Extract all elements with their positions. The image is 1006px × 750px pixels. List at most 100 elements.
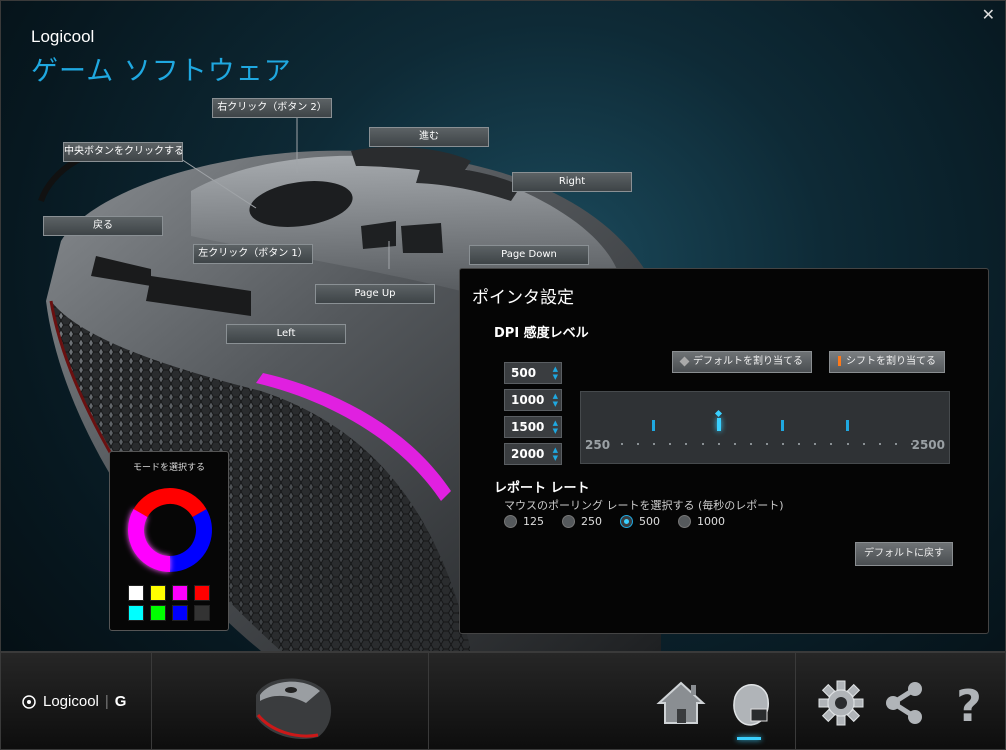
color-swatch[interactable]	[128, 585, 144, 601]
callout-middle-click[interactable]: 中央ボタンをクリックする (7	[63, 142, 183, 162]
bottom-bar: Logicool | G ?	[1, 651, 1005, 749]
color-swatch[interactable]	[172, 585, 188, 601]
mode-color-ring[interactable]	[122, 482, 218, 578]
callout-left-click[interactable]: 左クリック（ボタン 1）	[193, 244, 313, 264]
diamond-icon	[679, 356, 690, 366]
slider-min-label: 250	[585, 438, 611, 452]
slider-step-dot	[669, 443, 672, 445]
dpi-level-value: 1000	[511, 393, 545, 407]
assign-default-button[interactable]: デフォルトを割り当てる	[672, 351, 812, 373]
callout-right[interactable]: Right	[512, 172, 632, 192]
logo-text: Logicool	[43, 693, 99, 710]
report-rate-option[interactable]: 500	[620, 515, 660, 528]
report-rate-option[interactable]: 250	[562, 515, 602, 528]
report-rate-option[interactable]: 125	[504, 515, 544, 528]
dpi-level-value: 1500	[511, 420, 545, 434]
device-thumbnail[interactable]	[246, 665, 338, 743]
logo-g: G	[114, 693, 127, 710]
divider	[151, 653, 152, 749]
slider-step-dot	[798, 443, 801, 445]
dpi-level-1[interactable]: 500 ▲ ▼	[504, 362, 562, 384]
color-swatch[interactable]	[128, 605, 144, 621]
report-rate-title: レポート レート	[494, 481, 590, 496]
report-rate-option[interactable]: 1000	[678, 515, 725, 528]
slider-step-dot	[814, 443, 817, 445]
slider-max-label: 2500	[911, 438, 945, 452]
slider-level-tick[interactable]	[781, 420, 785, 431]
slider-step-dot	[846, 443, 849, 445]
panel-title: ポインタ設定	[472, 288, 574, 308]
pointer-settings-panel: ポインタ設定 DPI 感度レベル デフォルトを割り当てる シフトを割り当てる 5…	[459, 268, 989, 634]
slider-step-dot	[782, 443, 785, 445]
radio-button[interactable]	[504, 515, 517, 528]
spinner-icon[interactable]: ▲ ▼	[553, 365, 558, 381]
assign-default-label: デフォルトを割り当てる	[693, 356, 803, 367]
product-title: ゲーム ソフトウェア	[31, 56, 292, 87]
mouse-settings-icon[interactable]	[721, 675, 777, 731]
slider-step-dot	[621, 443, 623, 445]
report-rate-options: 125 250 500 1000	[504, 515, 725, 528]
callout-forward[interactable]: 進む	[369, 127, 489, 147]
dpi-level-4[interactable]: 2000 ▲ ▼	[504, 443, 562, 465]
radio-button[interactable]	[620, 515, 633, 528]
spinner-icon[interactable]: ▲ ▼	[553, 392, 558, 408]
radio-button[interactable]	[678, 515, 691, 528]
share-icon[interactable]	[877, 675, 933, 731]
callout-page-up[interactable]: Page Up	[315, 284, 435, 304]
spinner-icon[interactable]: ▲ ▼	[553, 419, 558, 435]
dpi-level-2[interactable]: 1000 ▲ ▼	[504, 389, 562, 411]
callout-page-down[interactable]: Page Down	[469, 245, 589, 265]
color-swatch[interactable]	[150, 605, 166, 621]
slider-step-dot	[701, 443, 704, 445]
radio-button[interactable]	[562, 515, 575, 528]
company-name: Logicool	[31, 27, 95, 46]
slider-step-dot	[830, 443, 833, 445]
color-swatch[interactable]	[194, 605, 210, 621]
divider	[428, 653, 429, 749]
dpi-level-value: 2000	[511, 447, 545, 461]
slider-level-tick[interactable]	[845, 420, 849, 431]
radio-label: 500	[639, 515, 660, 528]
slider-step-dot	[653, 443, 656, 445]
slider-step-dot	[685, 443, 688, 445]
dpi-slider[interactable]: 250 2500	[580, 391, 950, 464]
brand-header: Logicool ゲーム ソフトウェア	[31, 27, 292, 88]
slider-step-dot	[911, 443, 913, 445]
slider-step-dot	[862, 443, 865, 445]
assign-shift-label: シフトを割り当てる	[846, 356, 936, 367]
shift-marker-icon	[838, 356, 841, 366]
home-icon[interactable]	[653, 675, 709, 731]
divider	[795, 653, 796, 749]
active-tab-indicator	[737, 737, 761, 740]
logicool-logo: Logicool | G	[21, 693, 126, 710]
mode-selector-title: モードを選択する	[132, 463, 205, 473]
radio-label: 250	[581, 515, 602, 528]
settings-gear-icon[interactable]	[813, 675, 869, 731]
mode-swatches	[128, 585, 210, 621]
close-button[interactable]: ✕	[982, 5, 995, 24]
slider-step-dot	[878, 443, 881, 445]
slider-step-dot	[637, 443, 640, 445]
callout-back[interactable]: 戻る	[43, 216, 163, 236]
slider-step-dot	[733, 443, 736, 445]
report-rate-subtitle: マウスのポーリング レートを選択する (毎秒のレポート)	[504, 499, 784, 512]
color-swatch[interactable]	[194, 585, 210, 601]
callout-right-click[interactable]: 右クリック（ボタン 2）	[212, 98, 332, 118]
help-icon[interactable]: ?	[941, 675, 997, 731]
radio-label: 125	[523, 515, 544, 528]
dpi-level-3[interactable]: 1500 ▲ ▼	[504, 416, 562, 438]
color-swatch[interactable]	[150, 585, 166, 601]
slider-selected-tick[interactable]	[716, 418, 721, 431]
callout-left[interactable]: Left	[226, 324, 346, 344]
reset-default-button[interactable]: デフォルトに戻す	[855, 542, 953, 566]
slider-level-tick[interactable]	[652, 420, 656, 431]
spinner-icon[interactable]: ▲ ▼	[553, 446, 558, 462]
assign-shift-button[interactable]: シフトを割り当てる	[829, 351, 945, 373]
dpi-section-title: DPI 感度レベル	[494, 326, 589, 341]
radio-label: 1000	[697, 515, 725, 528]
slider-step-dot	[894, 443, 897, 445]
color-swatch[interactable]	[172, 605, 188, 621]
slider-selected-marker	[714, 409, 722, 418]
logo-mark-icon	[22, 694, 36, 709]
svg-text:?: ?	[956, 681, 982, 731]
